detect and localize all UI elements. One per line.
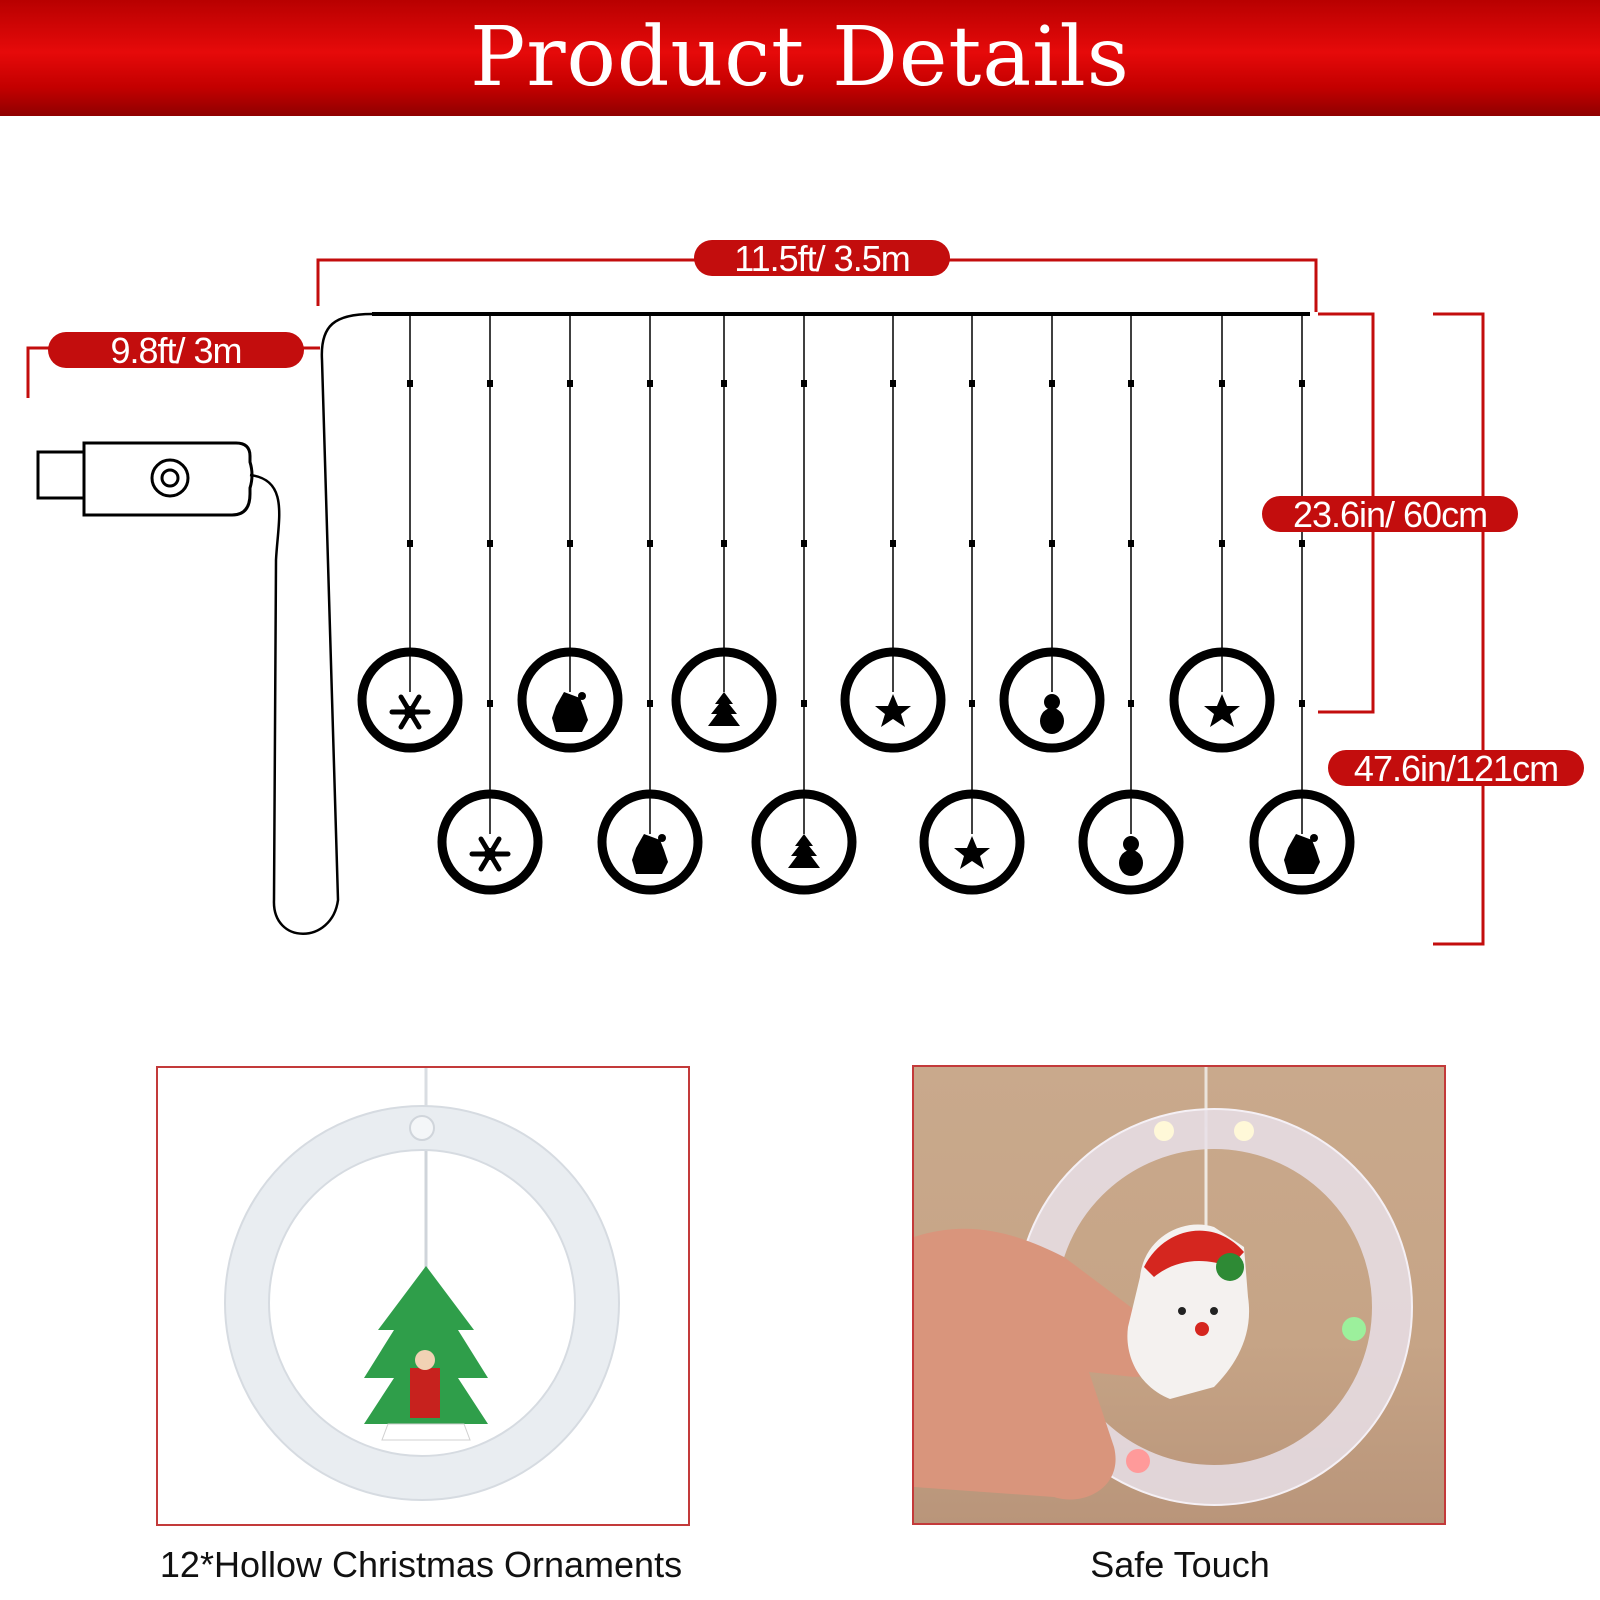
ornament-snowman-lower (1078, 314, 1184, 895)
long-drop-label: 47.6in/121cm (1328, 750, 1584, 788)
snowflake-icon (472, 839, 508, 869)
snowflake-icon (392, 697, 428, 727)
product-photo-tree-ornament (156, 1066, 690, 1526)
santa-icon (552, 692, 588, 732)
santa-ornament-icon (1127, 1224, 1250, 1399)
ornament-santa-upper (517, 314, 623, 753)
ornament-tree-lower (751, 314, 857, 895)
star-icon (954, 836, 990, 869)
product-photo-safe-touch (912, 1065, 1446, 1525)
star-icon (1204, 694, 1240, 727)
usb-connector (36, 450, 86, 500)
ornament-star-upper (1169, 314, 1275, 753)
ornament-snowflake-upper (357, 314, 463, 753)
right-photo-caption: Safe Touch (1090, 1544, 1270, 1585)
ornament-snowflake-lower (437, 314, 543, 895)
snowman-icon (1119, 836, 1143, 876)
ornament-star-lower (919, 314, 1025, 895)
ornament-tree-upper (671, 314, 777, 753)
star-icon (875, 694, 911, 727)
ornament-snowman-upper (999, 314, 1105, 753)
ornament-star-upper (840, 314, 946, 753)
ornament-santa-lower (597, 314, 703, 895)
christmas-tree-icon (364, 1266, 488, 1441)
tree-icon (788, 834, 820, 868)
ornament-drops (357, 314, 1355, 895)
width-label: 11.5ft/ 3.5m (694, 240, 950, 278)
santa-icon (632, 834, 668, 874)
cable-length-label: 9.8ft/ 3m (48, 332, 304, 370)
short-drop-label: 23.6in/ 60cm (1262, 496, 1518, 534)
lead-cable (249, 312, 373, 935)
snowman-icon (1040, 694, 1064, 734)
santa-icon (1284, 834, 1320, 874)
tree-icon (708, 692, 740, 726)
ornament-santa-lower (1249, 314, 1355, 895)
left-photo-caption: 12*Hollow Christmas Ornaments (159, 1544, 683, 1585)
